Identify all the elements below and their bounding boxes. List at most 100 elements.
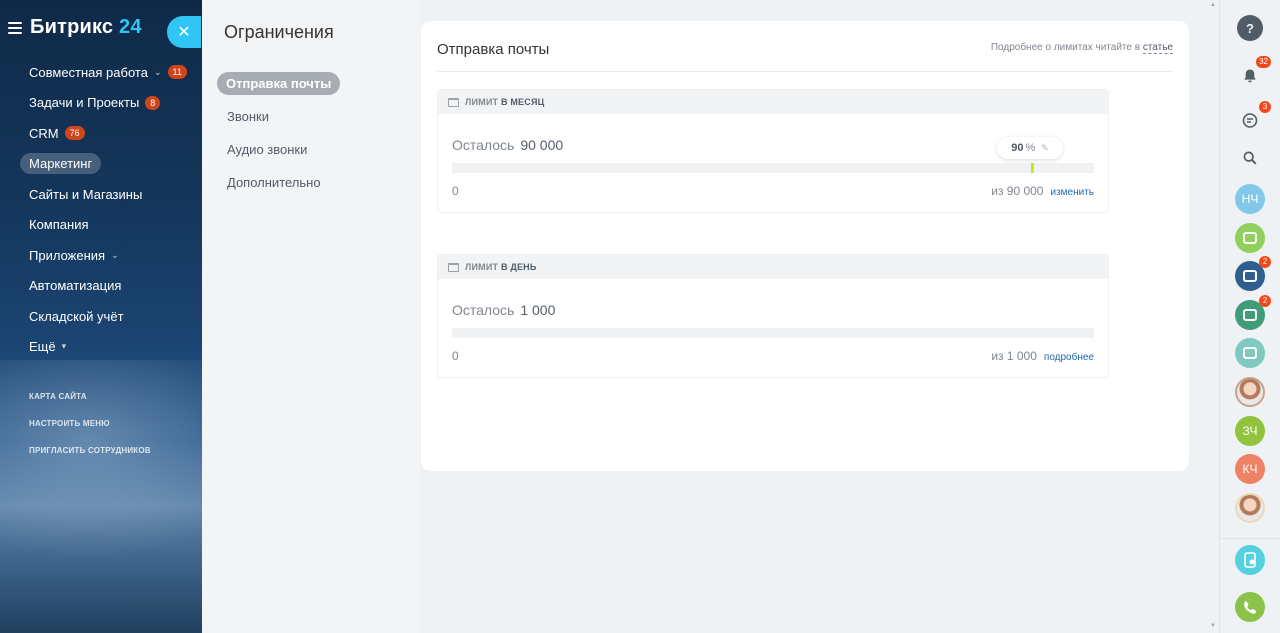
close-slider-button[interactable]: ✕ [167, 16, 201, 48]
divider [1220, 538, 1280, 539]
close-icon: ✕ [177, 24, 191, 41]
chevron-down-icon: ⌄ [111, 249, 119, 260]
contact-avatar-0[interactable]: НЧ [1235, 184, 1265, 214]
more-details-link[interactable]: подробнее [1044, 352, 1094, 363]
daily-remaining: Осталось 1 000 [452, 302, 556, 318]
group-chat-icon [1243, 270, 1257, 283]
menu-item-4[interactable]: Сайты и Магазины [20, 179, 187, 210]
menu-item-label: Приложения [29, 247, 106, 263]
monthly-progress-marker[interactable] [1031, 163, 1034, 173]
logo-row: Битрикс 24 [8, 16, 142, 39]
chat-badge: 3 [1259, 101, 1271, 113]
phone-icon [1244, 601, 1257, 614]
scroll-down-arrow[interactable]: ▼ [1210, 623, 1216, 629]
change-limit-link[interactable]: изменить [1050, 187, 1094, 198]
menu-item-label: CRM [29, 125, 59, 141]
telephony-button[interactable] [1235, 592, 1265, 622]
article-link[interactable]: статье [1142, 42, 1173, 54]
page-title: Ограничения [224, 22, 334, 42]
search-button[interactable] [1235, 143, 1265, 173]
limits-nav-item-1[interactable]: Звонки [217, 100, 340, 133]
right-toolbar: ? 32 3 НЧ 2 2 ЗЧ КЧ [1219, 0, 1280, 633]
notifications-button[interactable]: 32 [1235, 56, 1271, 91]
menu-item-label: Ещё [29, 339, 56, 355]
limits-nav-item-0[interactable]: Отправка почты [217, 67, 341, 100]
counter-badge: 76 [64, 126, 85, 141]
daily-limit-block: ЛИМИТ В ДЕНЬ Осталось 1 000 0 из 1 000 под… [437, 254, 1109, 378]
card-hint: Подробнее о лимитах читайте в статье [990, 42, 1173, 54]
chevron-down-icon: ⌄ [153, 66, 162, 77]
check-icon [1243, 231, 1257, 244]
daily-min: 0 [452, 349, 459, 363]
contact-avatar-1[interactable] [1235, 222, 1265, 253]
open-line-icon [1243, 308, 1257, 321]
menu-item-9[interactable]: Ещё ▾ [20, 332, 187, 363]
logo[interactable]: Битрикс 24 [30, 16, 142, 39]
main-menu: Совместная работа ⌄ 11 Задачи и Проекты 8 CRM… [20, 57, 187, 362]
live-feed-button[interactable] [1235, 545, 1265, 575]
contact-avatar-6[interactable]: ЗЧ [1235, 415, 1265, 446]
search-icon [1243, 151, 1257, 165]
contact-avatar-5[interactable] [1235, 377, 1265, 407]
contact-avatar-8[interactable] [1235, 492, 1265, 523]
menu-item-2[interactable]: CRM 76 [20, 118, 187, 149]
menu-item-label: Задачи и Проекты [29, 95, 140, 111]
avatar-photo [1237, 379, 1263, 405]
chat-icon [1242, 113, 1258, 128]
menu-item-8[interactable]: Складской учёт [20, 301, 187, 332]
contact-badge: 2 [1259, 256, 1271, 269]
menu-item-label: Складской учёт [29, 308, 124, 324]
monthly-limit-block: ЛИМИТ В МЕСЯЦ Осталось 90 000 90% ✎ 0 из … [437, 89, 1109, 213]
pencil-icon: ✎ [1041, 142, 1049, 153]
chevron-down-icon: ▾ [61, 341, 67, 352]
scroll-up-arrow[interactable]: ▲ [1210, 2, 1216, 8]
limits-nav-item-2[interactable]: Аудио звонки [217, 133, 340, 166]
monthly-limit-header: ЛИМИТ В МЕСЯЦ [438, 90, 1108, 114]
group-icon [1243, 347, 1257, 360]
daily-total: из 1 000 подробнее [991, 349, 1094, 363]
sidebar-link-2[interactable]: ПРИГЛАСИТЬ СОТРУДНИКОВ [29, 437, 151, 464]
sidebar-link-0[interactable]: КАРТА САЙТА [29, 383, 151, 410]
mail-limits-card: Отправка почты Подробнее о лимитах читай… [421, 21, 1189, 471]
contact-avatar-3[interactable]: 2 [1235, 294, 1271, 330]
limits-nav: Ограничения Отправка почты Звонки Аудио зв… [202, 0, 420, 633]
contact-avatar-2[interactable]: 2 [1235, 256, 1271, 292]
menu-item-6[interactable]: Приложения ⌄ [20, 240, 187, 271]
menu-item-label: Компания [29, 217, 89, 233]
daily-progress-bar [452, 328, 1094, 338]
menu-item-7[interactable]: Автоматизация [20, 271, 187, 302]
limits-nav-item-3[interactable]: Дополнительно [217, 166, 340, 199]
messenger-button[interactable]: 3 [1235, 101, 1271, 136]
menu-item-label: Совместная работа [29, 64, 148, 80]
document-icon [1244, 552, 1256, 568]
monthly-total: из 90 000 изменить [991, 184, 1094, 198]
monthly-remaining: Осталось 90 000 [452, 137, 564, 153]
avatar-photo [1237, 494, 1263, 521]
contact-avatar-4[interactable] [1235, 338, 1265, 369]
sidebar-link-1[interactable]: НАСТРОИТЬ МЕНЮ [29, 410, 151, 437]
help-button[interactable]: ? [1237, 15, 1263, 41]
contact-avatar-7[interactable]: КЧ [1235, 454, 1265, 485]
calendar-icon [448, 262, 459, 272]
left-sidebar: Битрикс 24 Совместная работа ⌄ 11 Задачи и … [0, 0, 202, 633]
contact-badge: 2 [1259, 294, 1271, 307]
menu-item-0[interactable]: Совместная работа ⌄ 11 [20, 57, 187, 88]
daily-limit-header: ЛИМИТ В ДЕНЬ [438, 255, 1108, 279]
menu-icon[interactable] [8, 21, 22, 34]
notifications-badge: 32 [1256, 56, 1271, 68]
menu-item-5[interactable]: Компания [20, 210, 187, 241]
calendar-icon [448, 97, 459, 107]
limits-nav-list: Отправка почты Звонки Аудио звонки Дополнит… [217, 67, 341, 199]
menu-item-label: Автоматизация [29, 278, 122, 294]
menu-item-3[interactable]: Маркетинг [20, 149, 187, 180]
sidebar-footer-links: КАРТА САЙТА НАСТРОИТЬ МЕНЮ ПРИГЛАСИТЬ СОТР… [29, 383, 151, 464]
divider [437, 71, 1173, 72]
monthly-progress-bar: 90% ✎ [452, 137, 1094, 173]
menu-item-label: Маркетинг [20, 153, 102, 175]
monthly-percent-bubble[interactable]: 90% ✎ [997, 137, 1063, 159]
counter-badge: 8 [145, 95, 161, 110]
menu-item-1[interactable]: Задачи и Проекты 8 [20, 88, 187, 119]
menu-item-label: Сайты и Магазины [29, 186, 143, 202]
counter-badge: 11 [167, 65, 187, 80]
monthly-min: 0 [452, 184, 459, 198]
